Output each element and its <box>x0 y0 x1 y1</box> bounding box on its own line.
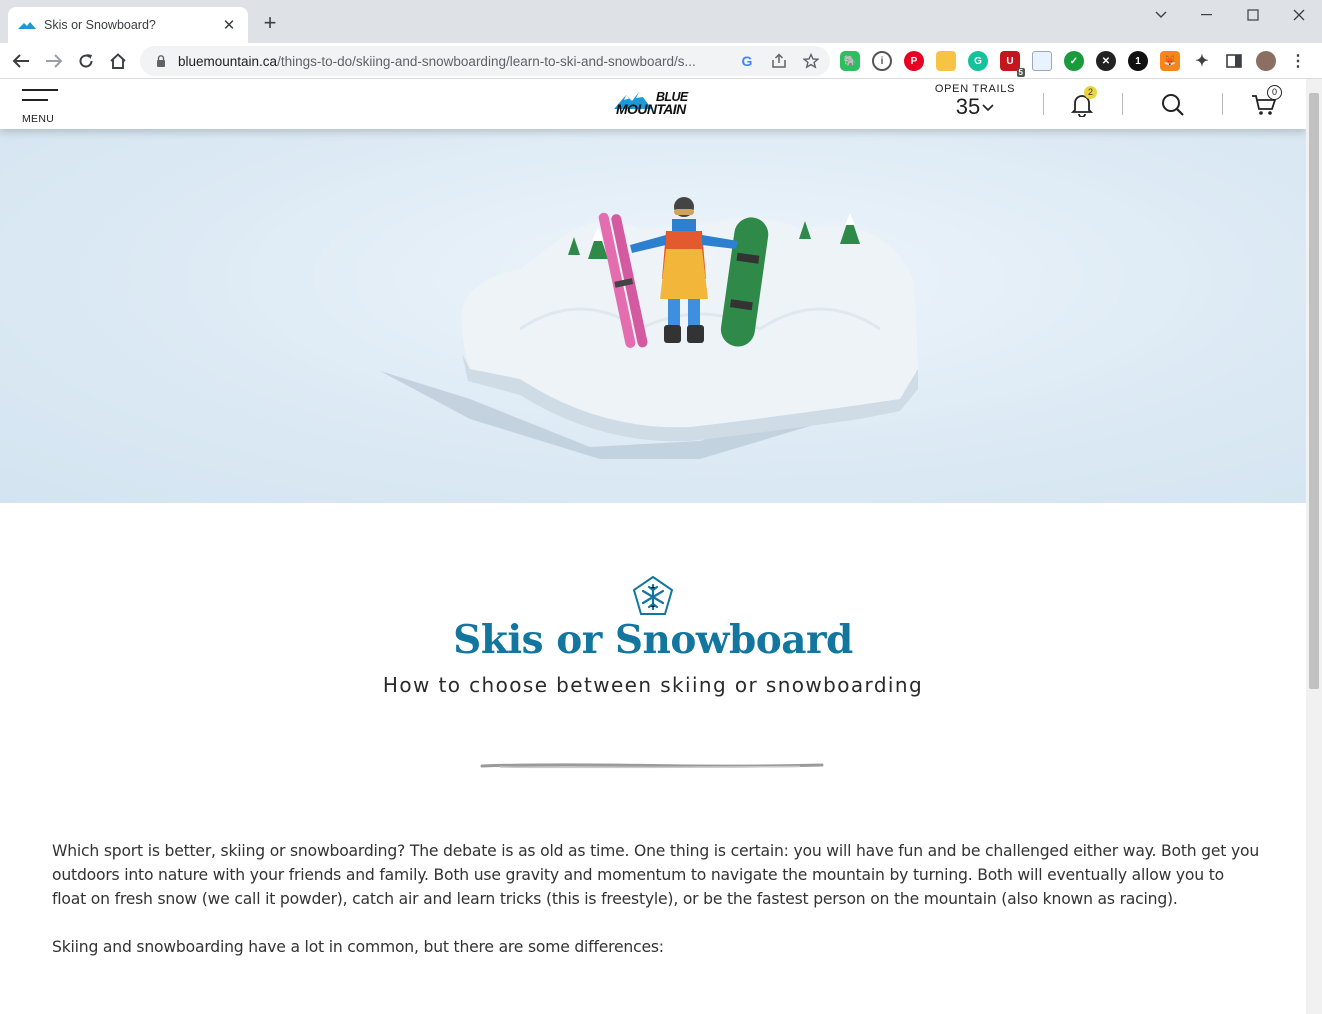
blue-mountain-logo[interactable]: BLUE MOUNTAIN <box>612 87 694 119</box>
reload-icon[interactable] <box>74 49 98 73</box>
tab-title: Skis or Snowboard? <box>44 18 156 32</box>
browser-toolbar: bluemountain.ca/things-to-do/skiing-and-… <box>0 43 1322 79</box>
onepassword-extension-icon[interactable]: 1 <box>1128 51 1148 71</box>
open-trails-widget[interactable]: OPEN TRAILS 35 <box>930 83 1020 120</box>
shopping-cart-icon[interactable]: 0 <box>1250 85 1282 119</box>
chevron-down-icon <box>982 96 994 120</box>
home-icon[interactable] <box>106 49 130 73</box>
info-extension-icon[interactable]: i <box>872 51 892 71</box>
intro-paragraph: Which sport is better, skiing or snowboa… <box>52 842 1259 908</box>
puzzle-extensions-icon[interactable]: ✦ <box>1192 51 1212 71</box>
address-bar[interactable]: bluemountain.ca/things-to-do/skiing-and-… <box>140 46 830 76</box>
minimize-window-icon[interactable] <box>1192 5 1222 25</box>
keep-extension-icon[interactable] <box>936 51 956 71</box>
notification-bell-icon[interactable]: 2 <box>1068 86 1097 119</box>
side-panel-icon[interactable] <box>1224 51 1244 71</box>
search-icon[interactable] <box>1159 91 1187 119</box>
logo-text-mountain: MOUNTAIN <box>616 101 686 117</box>
profile-avatar-icon[interactable] <box>1256 51 1276 71</box>
pinterest-extension-icon[interactable]: P <box>904 51 924 71</box>
url-path: /things-to-do/skiing-and-snowboarding/le… <box>277 53 696 69</box>
new-tab-button[interactable]: + <box>258 12 282 36</box>
open-trails-count-value: 35 <box>955 94 981 119</box>
menu-line-top <box>22 89 58 91</box>
extensions-row: 🐘 i P G U5 ✓ ✕ 1 🦊 ✦ ⋮ <box>840 51 1308 77</box>
back-arrow-icon[interactable] <box>9 49 33 73</box>
bookmark-star-icon[interactable] <box>802 52 820 70</box>
skier-snowboarder-illustration <box>380 197 918 459</box>
menu-line-bottom <box>22 99 48 101</box>
page-title: Skis or Snowboard <box>453 617 853 663</box>
header-divider <box>1122 93 1123 115</box>
browser-tab-bar: Skis or Snowboard? ✕ + <box>0 0 1322 43</box>
header-divider <box>1222 93 1223 115</box>
google-lens-icon[interactable]: G <box>738 52 756 70</box>
lock-icon <box>157 55 165 67</box>
header-divider <box>1043 93 1044 115</box>
url-text: bluemountain.ca/things-to-do/skiing-and-… <box>178 54 724 69</box>
extension-badge: 5 <box>1016 68 1025 77</box>
metamask-extension-icon[interactable]: 🦊 <box>1160 51 1180 71</box>
check-extension-icon[interactable]: ✓ <box>1064 51 1084 71</box>
site-header: MENU BLUE MOUNTAIN OPEN TRAILS 35 2 0 <box>0 79 1306 129</box>
share-icon[interactable] <box>770 52 788 70</box>
ublock-extension-icon[interactable]: U5 <box>1000 51 1025 77</box>
url-domain: bluemountain.ca <box>178 53 278 69</box>
differences-paragraph: Skiing and snowboarding have a lot in co… <box>52 938 664 956</box>
grammarly-extension-icon[interactable]: G <box>968 51 988 71</box>
notification-badge: 2 <box>1084 86 1097 99</box>
forward-arrow-icon[interactable] <box>42 49 66 73</box>
web-page: MENU BLUE MOUNTAIN OPEN TRAILS 35 2 0 Sk… <box>0 79 1306 1014</box>
menu-label: MENU <box>22 113 55 125</box>
hero-banner <box>0 129 1306 503</box>
tab-search-chevron-icon[interactable] <box>1146 5 1176 25</box>
page-subtitle: How to choose between skiing or snowboar… <box>382 673 924 697</box>
scrollbar-thumb[interactable] <box>1309 93 1319 689</box>
browser-tab-active[interactable]: Skis or Snowboard? ✕ <box>8 7 248 43</box>
blue-mountain-favicon-icon <box>18 22 36 29</box>
cart-badge: 0 <box>1267 85 1282 100</box>
close-window-icon[interactable] <box>1284 5 1314 25</box>
x-extension-icon[interactable]: ✕ <box>1096 51 1116 71</box>
snowflake-emblem-icon <box>632 575 674 615</box>
more-options-icon[interactable]: ⋮ <box>1288 51 1308 71</box>
page-scrollbar[interactable] <box>1306 79 1322 1014</box>
open-trails-count: 35 <box>930 95 1020 120</box>
evernote-extension-icon[interactable]: 🐘 <box>840 51 860 71</box>
menu-button[interactable]: MENU <box>22 89 62 125</box>
maximize-window-icon[interactable] <box>1238 5 1268 25</box>
color-picker-extension-icon[interactable] <box>1032 51 1052 71</box>
brush-divider <box>480 763 824 769</box>
close-tab-icon[interactable]: ✕ <box>220 16 238 34</box>
